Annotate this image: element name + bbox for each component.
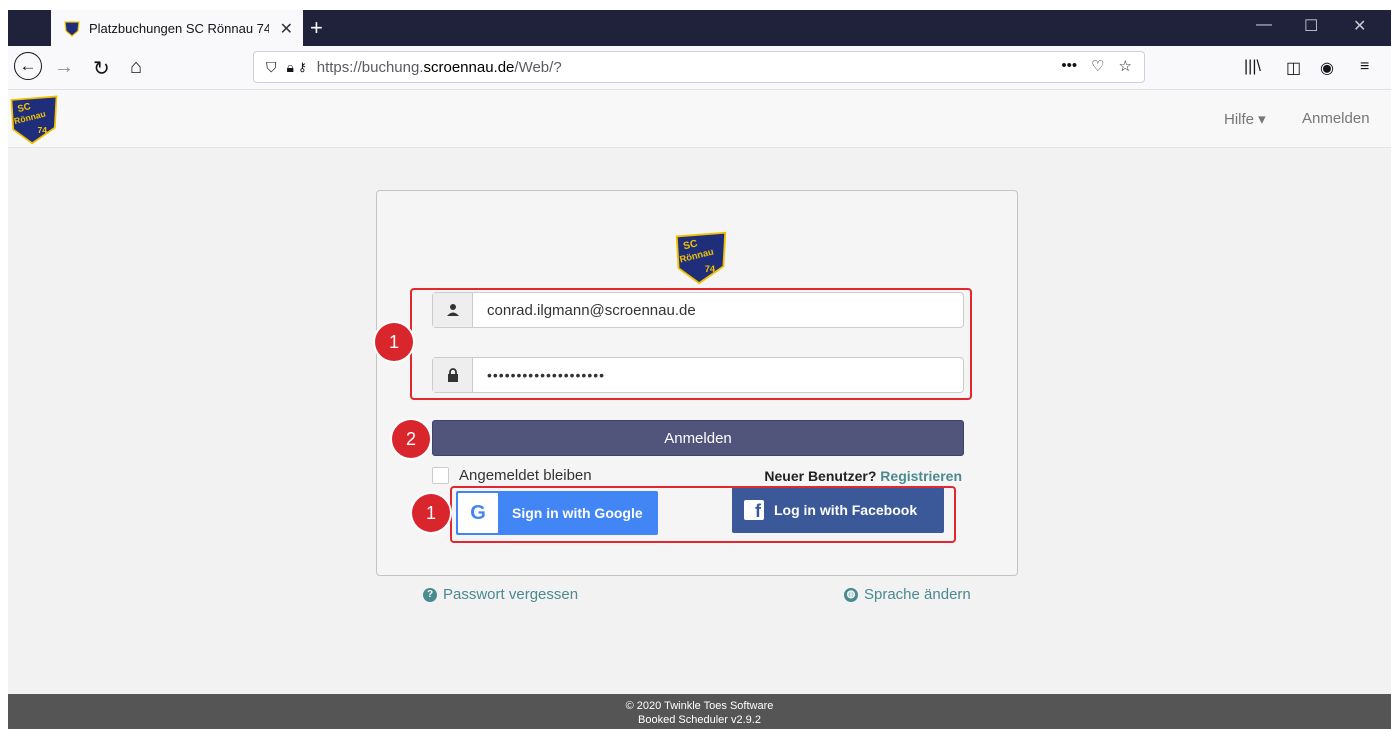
- site-header: SC Rönnau 74 Hilfe ▾ Anmelden: [8, 90, 1391, 148]
- header-login-link[interactable]: Anmelden: [1302, 110, 1370, 127]
- remember-me[interactable]: Angemeldet bleiben: [432, 467, 592, 484]
- pocket-icon[interactable]: ♡: [1091, 57, 1104, 75]
- page-actions-icon[interactable]: •••: [1061, 57, 1077, 75]
- social-login-highlight: [450, 486, 956, 543]
- account-icon[interactable]: ◉: [1320, 58, 1334, 78]
- reload-icon[interactable]: ↻: [93, 56, 110, 81]
- minimize-icon[interactable]: —: [1256, 16, 1272, 34]
- club-logo-large: SC Rönnau 74: [675, 231, 727, 285]
- club-logo[interactable]: SC Rönnau 74: [8, 93, 60, 145]
- key-icon[interactable]: ⚷: [298, 60, 307, 74]
- register-link[interactable]: Registrieren: [880, 468, 962, 484]
- remember-label: Angemeldet bleiben: [459, 467, 592, 484]
- screen: Platzbuchungen SC Rönnau 74 ✕ + — ☐ ✕ ← …: [0, 0, 1391, 729]
- shield-icon[interactable]: ⛉: [266, 59, 277, 76]
- home-icon[interactable]: ⌂: [130, 56, 142, 79]
- page-footer: © 2020 Twinkle Toes Software Booked Sche…: [8, 694, 1391, 729]
- browser-tab[interactable]: Platzbuchungen SC Rönnau 74 ✕: [51, 10, 303, 46]
- back-icon[interactable]: ←: [14, 52, 42, 80]
- lock-icon[interactable]: 🔒︎: [287, 59, 294, 76]
- help-menu[interactable]: Hilfe ▾: [1224, 110, 1266, 128]
- svg-text:74: 74: [37, 125, 47, 135]
- forward-icon[interactable]: →: [54, 56, 74, 79]
- globe-icon: ◍: [844, 587, 858, 602]
- forgot-password-link[interactable]: ? Passwort vergessen: [423, 586, 578, 603]
- login-button[interactable]: Anmelden: [432, 420, 964, 456]
- step-marker-social: 1: [412, 494, 450, 532]
- url-bar[interactable]: ⛉ 🔒︎ ⚷ https://buchung.scroennau.de/Web/…: [253, 51, 1145, 83]
- svg-text:74: 74: [705, 264, 716, 274]
- menu-icon[interactable]: ≡: [1360, 58, 1369, 76]
- change-language-link[interactable]: ◍ Sprache ändern: [844, 586, 971, 603]
- maximize-icon[interactable]: ☐: [1304, 16, 1318, 36]
- close-window-icon[interactable]: ✕: [1353, 16, 1366, 36]
- site-favicon-icon: [64, 21, 80, 37]
- bookmark-star-icon[interactable]: ☆: [1119, 57, 1132, 75]
- tab-title: Platzbuchungen SC Rönnau 74: [89, 20, 269, 36]
- new-tab-icon[interactable]: +: [310, 15, 323, 41]
- step-marker-credentials: 1: [375, 323, 413, 361]
- footer-copyright: © 2020 Twinkle Toes Software: [625, 700, 774, 712]
- tab-close-icon[interactable]: ✕: [280, 19, 293, 39]
- footer-version: Booked Scheduler v2.9.2: [638, 714, 761, 726]
- new-user-prompt: Neuer Benutzer? Registrieren: [764, 468, 962, 484]
- sidebar-icon[interactable]: ◫: [1286, 58, 1301, 78]
- library-icon[interactable]: |||\: [1244, 58, 1261, 76]
- browser-tabbar: Platzbuchungen SC Rönnau 74 ✕ + — ☐ ✕: [8, 10, 1391, 46]
- credentials-highlight: [410, 288, 972, 400]
- url-text: https://buchung.scroennau.de/Web/?: [316, 58, 562, 76]
- browser-navbar: ← → ↻ ⌂ ⛉ 🔒︎ ⚷ https://buchung.scroennau…: [8, 46, 1391, 90]
- step-marker-submit: 2: [392, 420, 430, 458]
- remember-checkbox[interactable]: [432, 467, 449, 484]
- question-icon: ?: [423, 587, 437, 602]
